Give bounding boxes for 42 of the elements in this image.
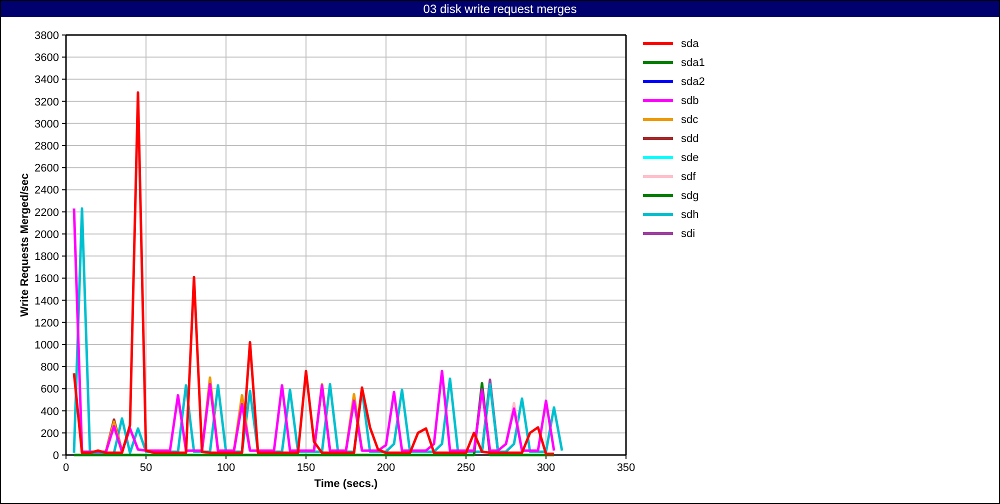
tick-label: 2800 bbox=[34, 140, 59, 153]
legend-label: sde bbox=[681, 152, 699, 164]
tick-label: 1200 bbox=[34, 317, 59, 330]
tick-label: 200 bbox=[376, 462, 396, 474]
tick-label: 1400 bbox=[34, 295, 59, 308]
tick-label: 3600 bbox=[34, 52, 59, 64]
legend-label: sdg bbox=[681, 190, 699, 202]
tick-label: 3200 bbox=[34, 96, 59, 108]
legend-label: sdb bbox=[681, 94, 699, 106]
legend-label: sdh bbox=[681, 208, 699, 220]
legend-label: sda2 bbox=[681, 76, 705, 88]
tick-label: 600 bbox=[40, 384, 59, 396]
tick-label: 150 bbox=[296, 462, 316, 474]
tick-label: 2000 bbox=[34, 228, 59, 241]
tick-label: 100 bbox=[216, 462, 236, 474]
tick-label: 1800 bbox=[34, 251, 59, 264]
tick-label: 3400 bbox=[34, 74, 59, 86]
tick-label: 0 bbox=[62, 462, 70, 474]
tick-label: 3800 bbox=[34, 30, 59, 42]
tick-label: 400 bbox=[40, 406, 59, 418]
legend-label: sdf bbox=[681, 170, 696, 182]
tick-label: 2200 bbox=[34, 206, 59, 219]
tick-label: 1000 bbox=[34, 339, 59, 352]
legend-label: sdc bbox=[681, 114, 698, 126]
tick-label: 300 bbox=[536, 462, 556, 474]
tick-label: 3000 bbox=[34, 118, 59, 130]
tick-label: 1600 bbox=[34, 273, 59, 286]
y-axis-label: Write Requests Merged/sec bbox=[19, 173, 31, 317]
tick-label: 350 bbox=[616, 462, 636, 474]
legend-label: sda1 bbox=[681, 56, 705, 68]
x-axis-label: Time (secs.) bbox=[314, 478, 378, 490]
tick-label: 2600 bbox=[34, 162, 59, 175]
legend-label: sda bbox=[681, 38, 699, 50]
tick-label: 250 bbox=[456, 462, 476, 474]
legend-label: sdi bbox=[681, 228, 696, 240]
tick-label: 800 bbox=[40, 362, 59, 374]
tick-label: 0 bbox=[52, 450, 59, 462]
tick-label: 50 bbox=[140, 462, 152, 474]
tick-label: 200 bbox=[40, 428, 59, 440]
legend-label: sdd bbox=[681, 132, 699, 144]
chart-title-bar: 03 disk write request merges bbox=[1, 1, 999, 17]
tick-label: 2400 bbox=[34, 184, 59, 197]
